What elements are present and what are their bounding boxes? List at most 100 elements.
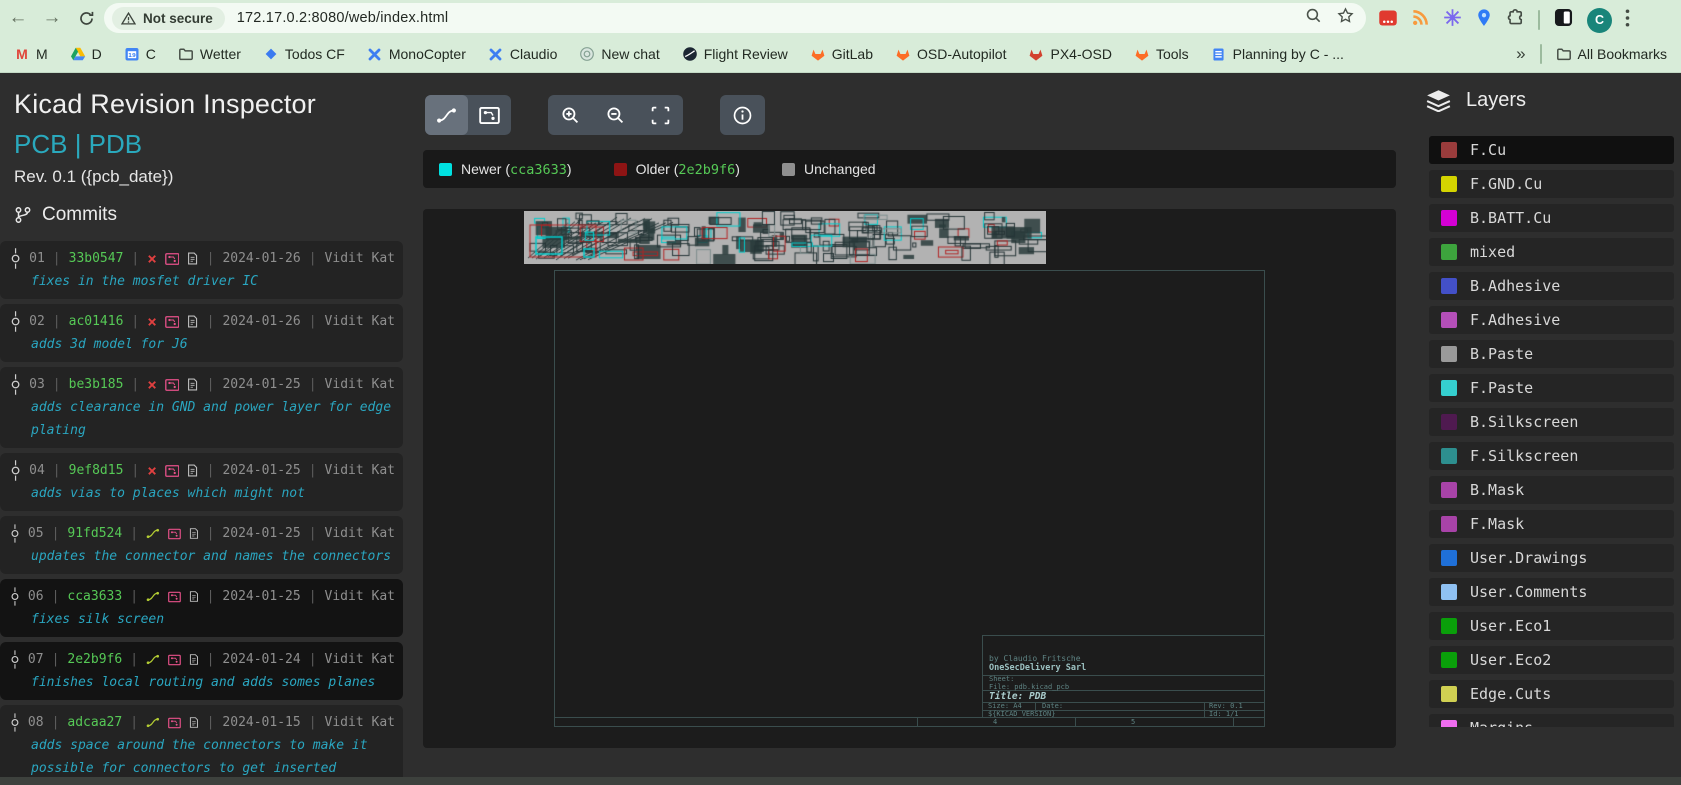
layer-row[interactable]: B.Mask <box>1429 476 1674 504</box>
all-bookmarks-button[interactable]: All Bookmarks <box>1556 46 1667 62</box>
commit-pcb-icon[interactable] <box>165 315 180 329</box>
bookmark-item[interactable]: Claudio <box>488 46 557 62</box>
commit-pcb-icon[interactable] <box>165 252 180 266</box>
commit-item[interactable]: 05 | 91fd524 | × | 2024-01-25 | Vidit Ka… <box>0 516 403 574</box>
screenshot-extension-icon[interactable] <box>1378 8 1398 33</box>
commit-item[interactable]: 01 | 33b0547 | × | 2024-01-26 | Vidit Ka… <box>0 241 403 299</box>
zoom-in-button[interactable] <box>548 95 593 135</box>
commit-diff-icon[interactable] <box>146 652 160 667</box>
layer-row[interactable]: B.BATT.Cu <box>1429 204 1674 232</box>
commit-doc-icon[interactable] <box>187 314 198 329</box>
bookmark-item[interactable]: PX4-OSD <box>1028 46 1111 62</box>
commit-hash[interactable]: ac01416 <box>69 314 124 329</box>
commit-pcb-icon[interactable] <box>168 716 181 730</box>
security-chip[interactable]: Not secure <box>112 7 225 30</box>
commit-close-icon[interactable]: × <box>147 377 157 393</box>
profile-avatar[interactable]: C <box>1587 8 1612 33</box>
bookmark-item[interactable]: D <box>70 46 102 62</box>
commit-hash[interactable]: adcaa27 <box>67 715 122 730</box>
commit-pcb-icon[interactable] <box>165 464 180 478</box>
layer-row[interactable]: User.Comments <box>1429 578 1674 606</box>
commit-item[interactable]: 07 | 2e2b9f6 | × | 2024-01-24 | Vidit Ka… <box>0 642 403 700</box>
commit-pcb-icon[interactable] <box>168 590 181 604</box>
split-screen-icon[interactable] <box>1553 7 1574 33</box>
commit-pcb-icon[interactable] <box>165 378 180 392</box>
commit-doc-icon[interactable] <box>187 463 198 478</box>
layer-row[interactable]: User.Eco2 <box>1429 646 1674 674</box>
commit-close-icon[interactable]: × <box>147 314 157 330</box>
layer-row[interactable]: mixed <box>1429 238 1674 266</box>
commit-pcb-icon[interactable] <box>168 527 181 541</box>
commit-doc-icon[interactable] <box>189 526 199 541</box>
extensions-puzzle-icon[interactable] <box>1506 8 1525 32</box>
bookmark-item[interactable]: Tools <box>1134 46 1189 62</box>
commit-close-icon[interactable]: × <box>147 251 157 267</box>
layer-row[interactable]: B.Paste <box>1429 340 1674 368</box>
address-bar[interactable]: Not secure 172.17.0.2:8080/web/index.htm… <box>104 3 1366 33</box>
bookmark-item[interactable]: Planning by C - ... <box>1211 46 1344 62</box>
commit-diff-icon[interactable] <box>146 526 160 541</box>
commit-pcb-icon[interactable] <box>168 653 181 667</box>
layer-row[interactable]: F.Adhesive <box>1429 306 1674 334</box>
bookmark-item[interactable]: Wetter <box>178 46 241 62</box>
info-button[interactable] <box>720 95 765 135</box>
commit-close-icon[interactable]: × <box>147 463 157 479</box>
commit-item[interactable]: 03 | be3b185 | × | 2024-01-25 | Vidit Ka… <box>0 367 403 448</box>
commit-item[interactable]: 02 | ac01416 | × | 2024-01-26 | Vidit Ka… <box>0 304 403 362</box>
bookmark-item[interactable]: MonoCopter <box>367 46 466 62</box>
bookmark-item[interactable]: GitLab <box>810 46 873 62</box>
layer-row[interactable]: B.Adhesive <box>1429 272 1674 300</box>
nav-link-pdb[interactable]: PDB <box>89 129 142 159</box>
menu-kebab-icon[interactable] <box>1625 9 1630 32</box>
commit-hash[interactable]: 2e2b9f6 <box>67 652 122 667</box>
zoom-fit-button[interactable] <box>638 95 683 135</box>
board-view-button[interactable] <box>468 95 511 135</box>
pcb-board-render[interactable] <box>524 211 1046 264</box>
bookmark-item[interactable]: M M <box>14 46 48 62</box>
forward-icon[interactable]: → <box>40 6 64 30</box>
back-icon[interactable]: ← <box>6 6 30 30</box>
layer-row[interactable]: B.Silkscreen <box>1429 408 1674 436</box>
pcb-diff-viewer[interactable]: 4 5 by Claudio Fritsche OneSecDelivery S… <box>423 209 1396 748</box>
commit-doc-icon[interactable] <box>189 652 199 667</box>
commit-doc-icon[interactable] <box>189 715 199 730</box>
layer-row[interactable]: Edge.Cuts <box>1429 680 1674 708</box>
commit-hash[interactable]: be3b185 <box>69 377 124 392</box>
reload-icon[interactable] <box>74 6 98 30</box>
commit-doc-icon[interactable] <box>187 377 198 392</box>
layer-row[interactable]: User.Drawings <box>1429 544 1674 572</box>
bookmark-star-icon[interactable] <box>1337 7 1354 29</box>
rss-extension-icon[interactable] <box>1411 8 1430 32</box>
commit-item[interactable]: 08 | adcaa27 | × | 2024-01-15 | Vidit Ka… <box>0 705 403 785</box>
bookmark-item[interactable]: New chat <box>579 46 659 62</box>
layer-row[interactable]: F.Silkscreen <box>1429 442 1674 470</box>
commit-diff-icon[interactable] <box>146 589 160 604</box>
zoom-out-button[interactable] <box>593 95 638 135</box>
commit-diff-icon[interactable] <box>146 715 160 730</box>
bookmark-item[interactable]: Flight Review <box>682 46 788 62</box>
snowflake-extension-icon[interactable] <box>1443 8 1462 32</box>
bookmark-item[interactable]: 19 C <box>124 46 156 62</box>
layer-row[interactable]: F.Cu <box>1429 136 1674 164</box>
layer-row[interactable]: Margins <box>1429 714 1674 727</box>
bookmark-item[interactable]: OSD-Autopilot <box>895 46 1006 62</box>
layer-row[interactable]: User.Eco1 <box>1429 612 1674 640</box>
layer-row[interactable]: F.Paste <box>1429 374 1674 402</box>
layer-row[interactable]: F.GND.Cu <box>1429 170 1674 198</box>
bookmarks-overflow-chevron[interactable]: » <box>1516 44 1525 64</box>
url-text[interactable]: 172.17.0.2:8080/web/index.html <box>237 10 449 26</box>
bookmark-item[interactable]: Todos CF <box>263 46 345 62</box>
commit-item[interactable]: 06 | cca3633 | × | 2024-01-25 | Vidit Ka… <box>0 579 403 637</box>
commit-doc-icon[interactable] <box>189 589 199 604</box>
zoom-page-icon[interactable] <box>1305 7 1322 29</box>
nav-link-pcb[interactable]: PCB <box>14 129 67 159</box>
layer-row[interactable]: F.Mask <box>1429 510 1674 538</box>
diff-view-button[interactable] <box>425 95 468 135</box>
commit-doc-icon[interactable] <box>187 251 198 266</box>
commit-item[interactable]: 04 | 9ef8d15 | × | 2024-01-25 | Vidit Ka… <box>0 453 403 511</box>
commit-hash[interactable]: 33b0547 <box>69 251 124 266</box>
map-pin-extension-icon[interactable] <box>1475 9 1493 32</box>
commit-hash[interactable]: 91fd524 <box>67 526 122 541</box>
commit-hash[interactable]: 9ef8d15 <box>69 463 124 478</box>
commit-hash[interactable]: cca3633 <box>67 589 122 604</box>
